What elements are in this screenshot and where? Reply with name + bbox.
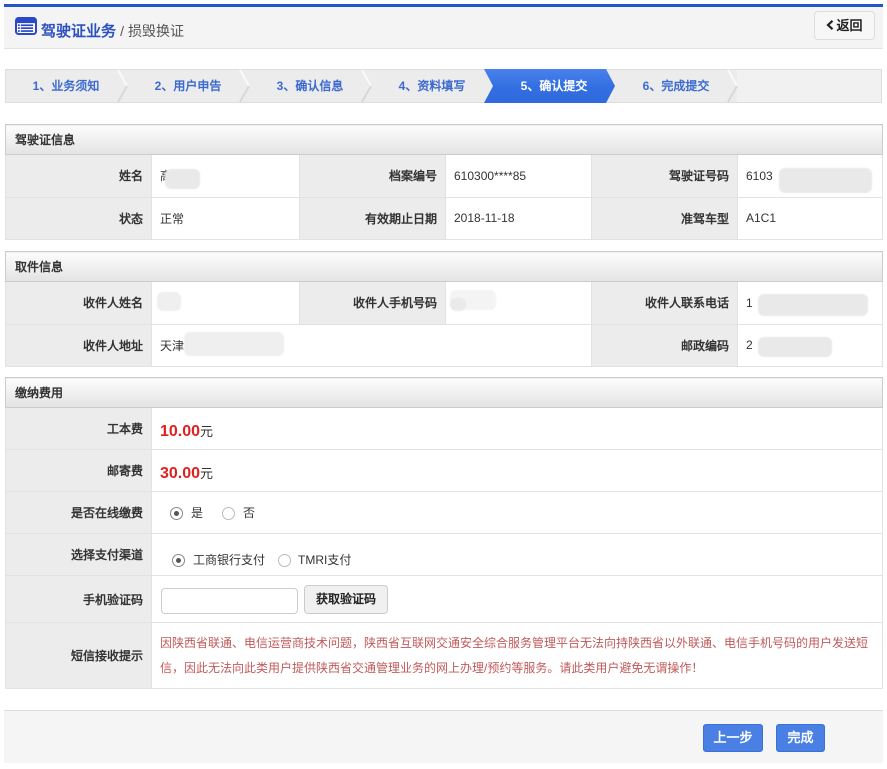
svg-text:4、资料填写: 4、资料填写: [399, 78, 466, 93]
svg-text:5、确认提交: 5、确认提交: [521, 78, 588, 93]
svg-text:2、用户申告: 2、用户申告: [155, 78, 222, 93]
svg-text:1、业务须知: 1、业务须知: [33, 78, 100, 93]
svg-text:3、确认信息: 3、确认信息: [277, 78, 344, 93]
svg-text:6、完成提交: 6、完成提交: [643, 78, 710, 93]
